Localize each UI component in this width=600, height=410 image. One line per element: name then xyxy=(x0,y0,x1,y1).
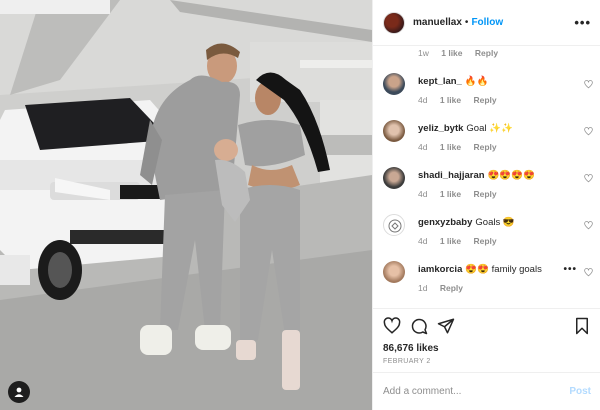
commenter-username[interactable]: iamkorcia xyxy=(418,264,462,275)
comment-likes[interactable]: 1 like xyxy=(440,95,461,105)
comment-body: Goal ✨✨ xyxy=(466,123,513,134)
photo-illustration xyxy=(0,0,372,410)
comment-age: 4d xyxy=(418,236,428,246)
likes-count[interactable]: 86,676 likes xyxy=(383,343,591,354)
reply-button[interactable]: Reply xyxy=(440,283,463,293)
reply-button[interactable]: Reply xyxy=(474,142,497,152)
header-separator: • xyxy=(464,17,469,28)
comment-meta: 1d Reply xyxy=(418,283,473,293)
comment-body: 😍😍 family goals xyxy=(465,264,542,275)
comment-body: 😍😍😍😍 xyxy=(487,170,535,181)
commenter-avatar[interactable] xyxy=(383,214,405,236)
comment-body: Goals 😎 xyxy=(475,217,515,228)
commenter-avatar[interactable] xyxy=(383,120,405,142)
comment-item: yeliz_bytk Goal ✨✨ 4d 1 like Reply xyxy=(373,119,600,163)
post-side-panel: manuellax • Follow ••• 1w 1 like Reply k… xyxy=(372,0,600,410)
comment-likes[interactable]: 1 like xyxy=(440,142,461,152)
commenter-avatar[interactable] xyxy=(383,73,405,95)
reply-button[interactable]: Reply xyxy=(474,95,497,105)
like-comment-heart-icon[interactable] xyxy=(584,221,593,230)
post-date[interactable]: FEBRUARY 2 xyxy=(383,358,591,365)
bookmark-icon[interactable] xyxy=(573,317,591,335)
tagged-people-button[interactable] xyxy=(8,381,30,403)
comment-text: iamkorcia 😍😍 family goals xyxy=(418,264,542,275)
comment-age: 1d xyxy=(418,283,428,293)
post-header: manuellax • Follow ••• xyxy=(373,0,600,46)
comment-item: kept_lan_ 🔥🔥 4d 1 like Reply xyxy=(373,72,600,116)
comment-likes[interactable]: 1 like xyxy=(441,48,462,58)
comment-text: genxyzbaby Goals 😎 xyxy=(418,217,515,228)
post-actions: 86,676 likes FEBRUARY 2 xyxy=(373,308,600,372)
comment-age: 4d xyxy=(418,142,428,152)
post-photo[interactable] xyxy=(0,0,372,410)
comment-meta: 4d 1 like Reply xyxy=(418,142,507,152)
comment-meta: 4d 1 like Reply xyxy=(418,95,507,105)
comment-input[interactable] xyxy=(383,386,570,397)
comment-text: kept_lan_ 🔥🔥 xyxy=(418,76,489,87)
person-icon xyxy=(14,387,24,397)
comment-age: 1w xyxy=(418,48,429,58)
comment-item: iamkorcia 😍😍 family goals 1d Reply ••• xyxy=(373,260,600,304)
reply-button[interactable]: Reply xyxy=(474,189,497,199)
commenter-username[interactable]: yeliz_bytk xyxy=(418,123,463,134)
comment-text: yeliz_bytk Goal ✨✨ xyxy=(418,123,513,134)
comment-age: 4d xyxy=(418,95,428,105)
commenter-username[interactable]: genxyzbaby xyxy=(418,217,472,228)
comment-age: 4d xyxy=(418,189,428,199)
comment-body: 🔥🔥 xyxy=(464,76,489,87)
comment-meta: 4d 1 like Reply xyxy=(418,189,507,199)
like-comment-heart-icon[interactable] xyxy=(584,268,593,277)
follow-button[interactable]: Follow xyxy=(471,17,503,28)
post-author-username[interactable]: manuellax xyxy=(413,17,462,28)
heart-icon[interactable] xyxy=(383,317,401,335)
commenter-avatar[interactable] xyxy=(383,261,405,283)
comments-list[interactable]: 1w 1 like Reply kept_lan_ 🔥🔥 4d 1 like Re… xyxy=(373,46,600,308)
comment-meta: 4d 1 like Reply xyxy=(418,236,507,246)
comment-item: genxyzbaby Goals 😎 4d 1 like Reply xyxy=(373,213,600,257)
like-comment-heart-icon[interactable] xyxy=(584,174,593,183)
user-avatar-icon[interactable] xyxy=(383,11,405,34)
more-options-icon[interactable]: ••• xyxy=(574,15,591,30)
logo-icon xyxy=(388,219,402,233)
reply-button[interactable]: Reply xyxy=(475,48,498,58)
prev-comment-meta: 1w 1 like Reply xyxy=(418,48,508,58)
comment-options-icon[interactable]: ••• xyxy=(563,264,577,275)
like-comment-heart-icon[interactable] xyxy=(584,127,593,136)
commenter-username[interactable]: kept_lan_ xyxy=(418,76,462,87)
comment-text: shadi_hajjaran 😍😍😍😍 xyxy=(418,170,535,181)
commenter-username[interactable]: shadi_hajjaran xyxy=(418,170,485,181)
add-comment-bar: Post xyxy=(373,372,600,410)
comment-item: shadi_hajjaran 😍😍😍😍 4d 1 like Reply xyxy=(373,166,600,210)
comment-likes[interactable]: 1 like xyxy=(440,189,461,199)
like-comment-heart-icon[interactable] xyxy=(584,80,593,89)
share-icon[interactable] xyxy=(437,317,455,335)
commenter-avatar[interactable] xyxy=(383,167,405,189)
comment-likes[interactable]: 1 like xyxy=(440,236,461,246)
post-comment-button[interactable]: Post xyxy=(569,386,591,397)
action-icons-row xyxy=(383,317,591,339)
comment-icon[interactable] xyxy=(410,317,428,335)
reply-button[interactable]: Reply xyxy=(474,236,497,246)
